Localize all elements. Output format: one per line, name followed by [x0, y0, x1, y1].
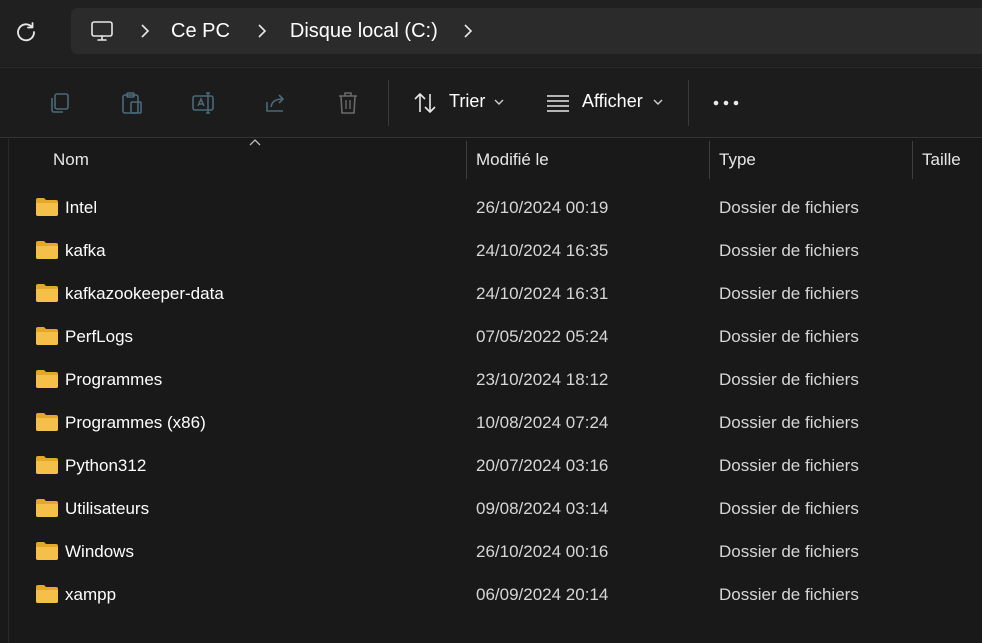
column-resize-handle[interactable]: [912, 141, 913, 179]
folder-icon: [35, 197, 59, 217]
folder-icon: [35, 455, 59, 475]
file-name: Intel: [65, 198, 98, 217]
command-bar: Trier Afficher: [0, 67, 982, 138]
table-row[interactable]: kafkazookeeper-data 24/10/2024 16:31 Dossi…: [0, 273, 982, 316]
file-name: PerfLogs: [65, 327, 134, 346]
copy-icon[interactable]: [45, 88, 75, 118]
paste-icon[interactable]: [117, 88, 147, 118]
folder-icon: [35, 369, 59, 389]
file-modified: 26/10/2024 00:19: [476, 198, 609, 217]
column-header-name[interactable]: Nom: [53, 150, 89, 170]
folder-icon: [35, 498, 59, 518]
chevron-right-icon[interactable]: [252, 21, 272, 41]
toolbar-divider: [688, 80, 689, 126]
table-row[interactable]: PerfLogs 07/05/2022 05:24 Dossier de fichi…: [0, 316, 982, 359]
file-name: Programmes: [65, 370, 163, 389]
file-type: Dossier de fichiers: [719, 284, 859, 303]
file-type: Dossier de fichiers: [719, 456, 859, 475]
table-row[interactable]: xampp 06/09/2024 20:14 Dossier de fichiers: [0, 574, 982, 617]
folder-icon: [35, 326, 59, 346]
chevron-right-icon[interactable]: [135, 21, 155, 41]
file-name: Utilisateurs: [65, 499, 150, 518]
file-type: Dossier de fichiers: [719, 370, 859, 389]
file-modified: 24/10/2024 16:31: [476, 284, 609, 303]
file-name: xampp: [65, 585, 117, 604]
table-row[interactable]: Intel 26/10/2024 00:19 Dossier de fichiers: [0, 187, 982, 230]
table-row[interactable]: Utilisateurs 09/08/2024 03:14 Dossier de f…: [0, 488, 982, 531]
folder-icon: [35, 584, 59, 604]
file-modified: 07/05/2022 05:24: [476, 327, 609, 346]
file-modified: 20/07/2024 03:16: [476, 456, 609, 475]
file-list: Intel 26/10/2024 00:19 Dossier de fichiers…: [0, 187, 982, 617]
address-bar[interactable]: Ce PC Disque local (C:): [71, 8, 982, 54]
file-type: Dossier de fichiers: [719, 413, 859, 432]
folder-icon: [35, 541, 59, 561]
address-row: Ce PC Disque local (C:): [0, 0, 982, 66]
sort-button[interactable]: Trier: [449, 91, 485, 112]
file-name: Python312: [65, 456, 147, 475]
computer-icon[interactable]: [89, 18, 115, 44]
table-row[interactable]: Windows 26/10/2024 00:16 Dossier de fichie…: [0, 531, 982, 574]
file-type: Dossier de fichiers: [719, 327, 859, 346]
file-type: Dossier de fichiers: [719, 241, 859, 260]
refresh-icon[interactable]: [12, 18, 40, 46]
column-resize-handle[interactable]: [466, 141, 467, 179]
rename-icon[interactable]: [189, 88, 219, 118]
view-icon[interactable]: [543, 88, 573, 118]
file-modified: 06/09/2024 20:14: [476, 585, 609, 604]
file-type: Dossier de fichiers: [719, 198, 859, 217]
chevron-down-icon[interactable]: [493, 96, 505, 108]
folder-icon: [35, 240, 59, 260]
chevron-down-icon[interactable]: [652, 96, 664, 108]
file-modified: 09/08/2024 03:14: [476, 499, 609, 518]
file-modified: 10/08/2024 07:24: [476, 413, 609, 432]
folder-icon: [35, 412, 59, 432]
file-type: Dossier de fichiers: [719, 542, 859, 561]
column-header-modified[interactable]: Modifié le: [476, 150, 549, 170]
breadcrumb-ce-pc[interactable]: Ce PC: [171, 20, 230, 43]
file-type: Dossier de fichiers: [719, 585, 859, 604]
share-icon[interactable]: [261, 88, 291, 118]
more-icon[interactable]: [711, 88, 741, 118]
column-header-size[interactable]: Taille: [922, 150, 961, 170]
sort-icon[interactable]: [410, 88, 440, 118]
folder-icon: [35, 283, 59, 303]
column-header-row: Nom Modifié le Type Taille: [0, 137, 982, 180]
column-header-type[interactable]: Type: [719, 150, 756, 170]
column-resize-handle[interactable]: [709, 141, 710, 179]
table-row[interactable]: Python312 20/07/2024 03:16 Dossier de fich…: [0, 445, 982, 488]
table-row[interactable]: Programmes (x86) 10/08/2024 07:24 Dossier …: [0, 402, 982, 445]
file-modified: 23/10/2024 18:12: [476, 370, 609, 389]
table-row[interactable]: Programmes 23/10/2024 18:12 Dossier de fic…: [0, 359, 982, 402]
file-name: kafka: [65, 241, 106, 260]
chevron-right-icon[interactable]: [458, 21, 478, 41]
file-name: Windows: [65, 542, 134, 561]
file-name: kafkazookeeper-data: [65, 284, 224, 303]
view-button[interactable]: Afficher: [582, 91, 643, 112]
toolbar-divider: [388, 80, 389, 126]
delete-icon[interactable]: [333, 88, 363, 118]
file-name: Programmes (x86): [65, 413, 206, 432]
table-row[interactable]: kafka 24/10/2024 16:35 Dossier de fichiers: [0, 230, 982, 273]
breadcrumb-disque-local[interactable]: Disque local (C:): [290, 20, 438, 43]
file-type: Dossier de fichiers: [719, 499, 859, 518]
file-modified: 26/10/2024 00:16: [476, 542, 609, 561]
file-modified: 24/10/2024 16:35: [476, 241, 609, 260]
